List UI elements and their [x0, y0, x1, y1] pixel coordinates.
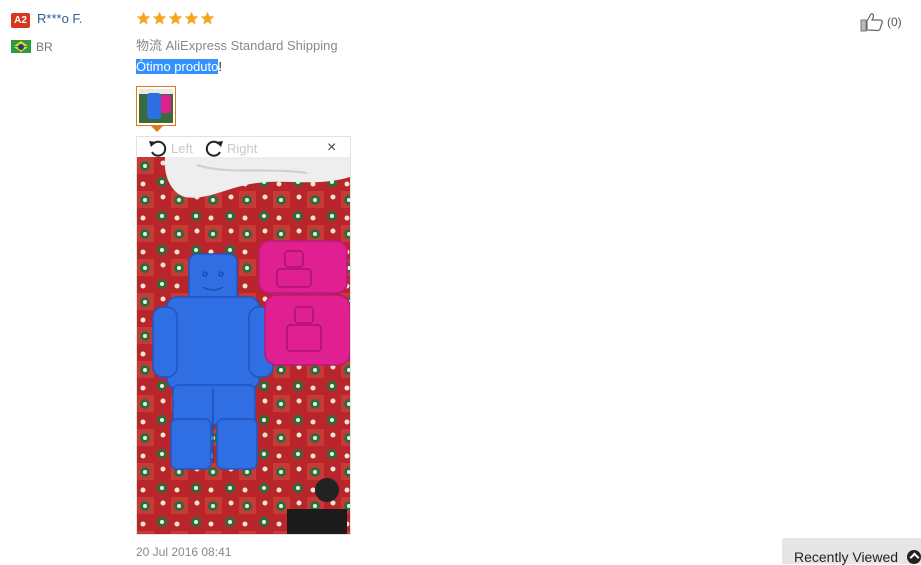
rotate-right-label: Right	[227, 140, 258, 156]
close-viewer-button[interactable]: ×	[327, 140, 336, 156]
rotate-left-icon	[149, 140, 167, 157]
star-icon	[184, 11, 199, 25]
review-photo	[137, 157, 350, 534]
review-date: 20 Jul 2016 08:41	[136, 545, 232, 559]
recently-viewed-label: Recently Viewed	[794, 549, 899, 565]
review-photo-thumbnail[interactable]	[136, 86, 176, 126]
star-icon	[152, 11, 167, 25]
review-text: Ótimo produto!	[136, 59, 222, 74]
rotate-left-button[interactable]: Left	[147, 138, 193, 158]
helpful-count: (0)	[887, 15, 902, 29]
buyer-level-badge: A2	[11, 13, 30, 28]
star-icon	[168, 11, 183, 25]
chevron-up-icon	[907, 550, 921, 564]
reviewer-country: BR	[36, 40, 53, 54]
star-icon	[200, 11, 215, 25]
recently-viewed-tab[interactable]: Recently Viewed	[782, 538, 921, 565]
thumbnail-image	[139, 89, 173, 123]
viewer-toolbar: Left Right ×	[137, 137, 350, 157]
star-icon	[136, 11, 151, 25]
helpful-button[interactable]: (0)	[860, 12, 902, 32]
rotate-right-button[interactable]: Right	[203, 138, 257, 158]
shipping-method: 物流 AliExpress Standard Shipping	[136, 38, 338, 53]
review-text-selected: Ótimo produto	[136, 59, 219, 74]
brazil-flag-icon	[11, 40, 31, 53]
reviewer-name[interactable]: R***o F.	[37, 11, 83, 26]
star-rating	[136, 11, 215, 26]
review-text-rest: !	[218, 59, 222, 74]
rotate-right-icon	[205, 140, 223, 157]
thumbs-up-icon	[860, 13, 883, 32]
rotate-left-label: Left	[171, 140, 193, 156]
photo-viewer: Left Right ×	[136, 136, 351, 535]
thumbnail-pointer	[151, 126, 163, 132]
